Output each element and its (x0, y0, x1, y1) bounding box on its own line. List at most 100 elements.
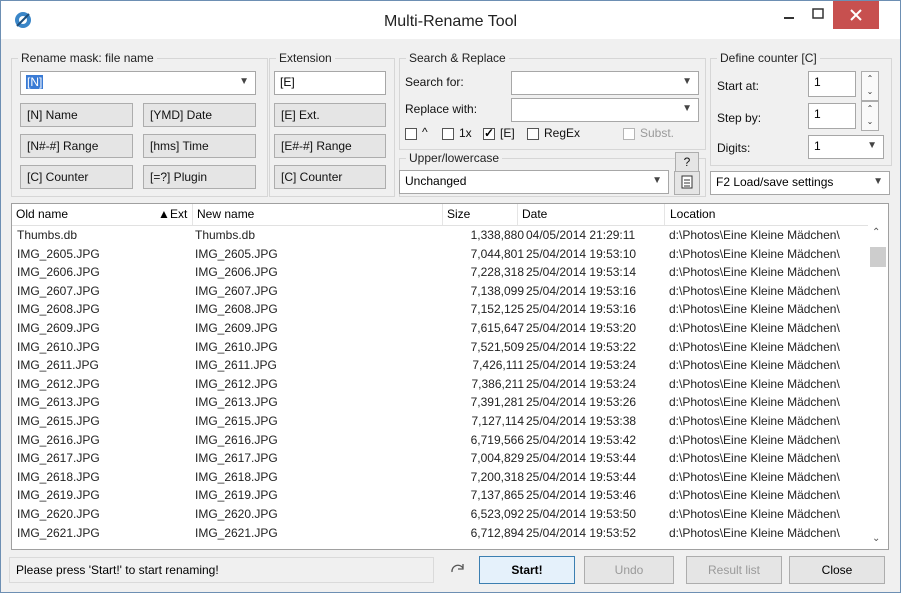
insert-ext-counter-button[interactable]: [C] Counter (274, 165, 386, 189)
extension-checkbox[interactable] (483, 126, 495, 140)
scrollbar-thumb[interactable] (870, 247, 886, 267)
start-at-spinner[interactable]: ⌃ ⌄ (861, 71, 879, 101)
column-size[interactable]: Size (447, 207, 470, 221)
rename-mask-combo[interactable]: [N] ▼ (20, 71, 256, 95)
counter-label: Define counter [C] (717, 51, 820, 65)
table-row[interactable]: IMG_2621.JPG IMG_2621.JPG 6,712,894 25/04/2… (12, 524, 868, 543)
size-cell: 6,712,894 (470, 525, 524, 540)
table-row[interactable]: IMG_2608.JPG IMG_2608.JPG 7,152,125 25/04/2… (12, 300, 868, 319)
edit-button[interactable] (674, 171, 700, 195)
maximize-button[interactable] (804, 1, 832, 29)
multi-rename-window: Multi-Rename Tool Rename mask: file name… (0, 0, 901, 593)
chevron-down-icon[interactable]: ▼ (682, 103, 692, 114)
help-button[interactable]: ? (675, 152, 699, 172)
location-cell: d:\Photos\Eine Kleine Mädchen\ (669, 302, 840, 317)
scroll-up-icon[interactable]: ⌃ (872, 227, 880, 238)
table-row[interactable]: IMG_2616.JPG IMG_2616.JPG 6,719,566 25/04/2… (12, 431, 868, 450)
start-button[interactable]: Start! (479, 556, 575, 584)
vertical-scrollbar[interactable]: ⌃ ⌄ (868, 225, 888, 549)
column-old-name[interactable]: Old name (16, 207, 68, 221)
digits-combo[interactable]: 1 ▼ (808, 135, 884, 159)
sort-up-icon[interactable]: ▲ (158, 207, 170, 221)
insert-plugin-button[interactable]: [=?] Plugin (143, 165, 256, 189)
close-window-button[interactable] (833, 1, 879, 29)
table-row[interactable]: IMG_2613.JPG IMG_2613.JPG 7,391,281 25/04/2… (12, 393, 868, 412)
table-row[interactable]: IMG_2615.JPG IMG_2615.JPG 7,127,114 25/04/2… (12, 412, 868, 431)
table-row[interactable]: IMG_2609.JPG IMG_2609.JPG 7,615,647 25/04/2… (12, 319, 868, 338)
column-date[interactable]: Date (522, 207, 547, 221)
insert-date-button[interactable]: [YMD] Date (143, 103, 256, 127)
start-at-field[interactable]: 1 (808, 71, 856, 97)
subst-checkbox[interactable] (623, 128, 635, 140)
location-cell: d:\Photos\Eine Kleine Mädchen\ (669, 469, 840, 484)
column-location[interactable]: Location (670, 207, 715, 221)
date-cell: 25/04/2014 19:53:16 (526, 283, 637, 298)
old-name-cell: IMG_2619.JPG (17, 488, 100, 503)
minimize-button[interactable] (775, 1, 803, 29)
regex-checkbox[interactable] (527, 128, 539, 140)
column-ext[interactable]: Ext (170, 207, 187, 221)
insert-ext-range-button[interactable]: [E#-#] Range (274, 134, 386, 158)
table-row[interactable]: IMG_2610.JPG IMG_2610.JPG 7,521,509 25/04/2… (12, 338, 868, 357)
new-name-cell: IMG_2616.JPG (195, 432, 278, 447)
insert-counter-button[interactable]: [C] Counter (20, 165, 133, 189)
status-message: Please press 'Start!' to start renaming! (9, 557, 434, 583)
new-name-cell: IMG_2609.JPG (195, 320, 278, 335)
start-at-label: Start at: (717, 79, 760, 93)
result-list-button[interactable]: Result list (686, 556, 782, 584)
column-separator[interactable] (442, 204, 443, 225)
insert-time-button[interactable]: [hms] Time (143, 134, 256, 158)
column-separator[interactable] (517, 204, 518, 225)
scroll-down-icon[interactable]: ⌄ (872, 533, 880, 544)
step-by-field[interactable]: 1 (808, 103, 856, 129)
extension-field[interactable]: [E] (274, 71, 386, 95)
location-cell: d:\Photos\Eine Kleine Mädchen\ (669, 283, 840, 298)
caret-checkbox[interactable] (405, 128, 417, 140)
replace-with-combo[interactable]: ▼ (511, 98, 699, 122)
table-row[interactable]: IMG_2617.JPG IMG_2617.JPG 7,004,829 25/04/2… (12, 449, 868, 468)
replace-with-label: Replace with: (405, 102, 478, 116)
insert-ext-button[interactable]: [E] Ext. (274, 103, 386, 127)
table-row[interactable]: IMG_2612.JPG IMG_2612.JPG 7,386,211 25/04/2… (12, 375, 868, 394)
table-row[interactable]: IMG_2607.JPG IMG_2607.JPG 7,138,099 25/04/2… (12, 282, 868, 301)
undo-button[interactable]: Undo (584, 556, 674, 584)
settings-combo[interactable]: F2 Load/save settings ▼ (710, 171, 890, 195)
table-row[interactable]: IMG_2605.JPG IMG_2605.JPG 7,044,801 25/04/2… (12, 245, 868, 264)
chevron-down-icon[interactable]: ▼ (867, 140, 877, 151)
table-row[interactable]: IMG_2620.JPG IMG_2620.JPG 6,523,092 25/04/2… (12, 505, 868, 524)
chevron-down-icon[interactable]: ▼ (873, 176, 883, 187)
date-cell: 25/04/2014 19:53:24 (526, 376, 637, 391)
column-separator[interactable] (664, 204, 665, 225)
chevron-down-icon[interactable]: ▼ (652, 175, 662, 186)
old-name-cell: IMG_2611.JPG (17, 358, 99, 373)
table-row[interactable]: IMG_2606.JPG IMG_2606.JPG 7,228,318 25/04/2… (12, 263, 868, 282)
insert-name-button[interactable]: [N] Name (20, 103, 133, 127)
rename-mask-value: [N] (26, 75, 44, 89)
step-by-label: Step by: (717, 111, 762, 125)
insert-range-button[interactable]: [N#-#] Range (20, 134, 133, 158)
table-row[interactable]: IMG_2618.JPG IMG_2618.JPG 7,200,318 25/04/2… (12, 468, 868, 487)
table-row[interactable]: IMG_2619.JPG IMG_2619.JPG 7,137,865 25/04/2… (12, 486, 868, 505)
column-separator[interactable] (192, 204, 193, 225)
location-cell: d:\Photos\Eine Kleine Mädchen\ (669, 488, 840, 503)
subst-option-label: Subst. (640, 126, 675, 140)
chevron-down-icon[interactable]: ▼ (682, 76, 692, 87)
case-combo[interactable]: Unchanged ▼ (399, 170, 669, 194)
refresh-icon[interactable] (450, 563, 466, 580)
close-button[interactable]: Close (789, 556, 885, 584)
old-name-cell: IMG_2609.JPG (17, 320, 100, 335)
table-row[interactable]: Thumbs.db Thumbs.db 1,338,880 04/05/2014 21… (12, 226, 868, 245)
date-cell: 25/04/2014 19:53:16 (526, 302, 637, 317)
close-icon (850, 9, 862, 21)
file-list[interactable]: Old name ▲ Ext New name Size Date Locati… (11, 203, 889, 550)
old-name-cell: IMG_2617.JPG (17, 451, 100, 466)
once-checkbox[interactable] (442, 128, 454, 140)
date-cell: 25/04/2014 19:53:22 (526, 339, 637, 354)
column-new-name[interactable]: New name (197, 207, 254, 221)
chevron-down-icon[interactable]: ▼ (239, 76, 249, 87)
search-for-combo[interactable]: ▼ (511, 71, 699, 95)
step-by-spinner[interactable]: ⌃ ⌄ (861, 101, 879, 131)
date-cell: 25/04/2014 19:53:26 (526, 395, 637, 410)
table-row[interactable]: IMG_2611.JPG IMG_2611.JPG 7,426,111 25/04/2… (12, 356, 868, 375)
location-cell: d:\Photos\Eine Kleine Mädchen\ (669, 339, 840, 354)
